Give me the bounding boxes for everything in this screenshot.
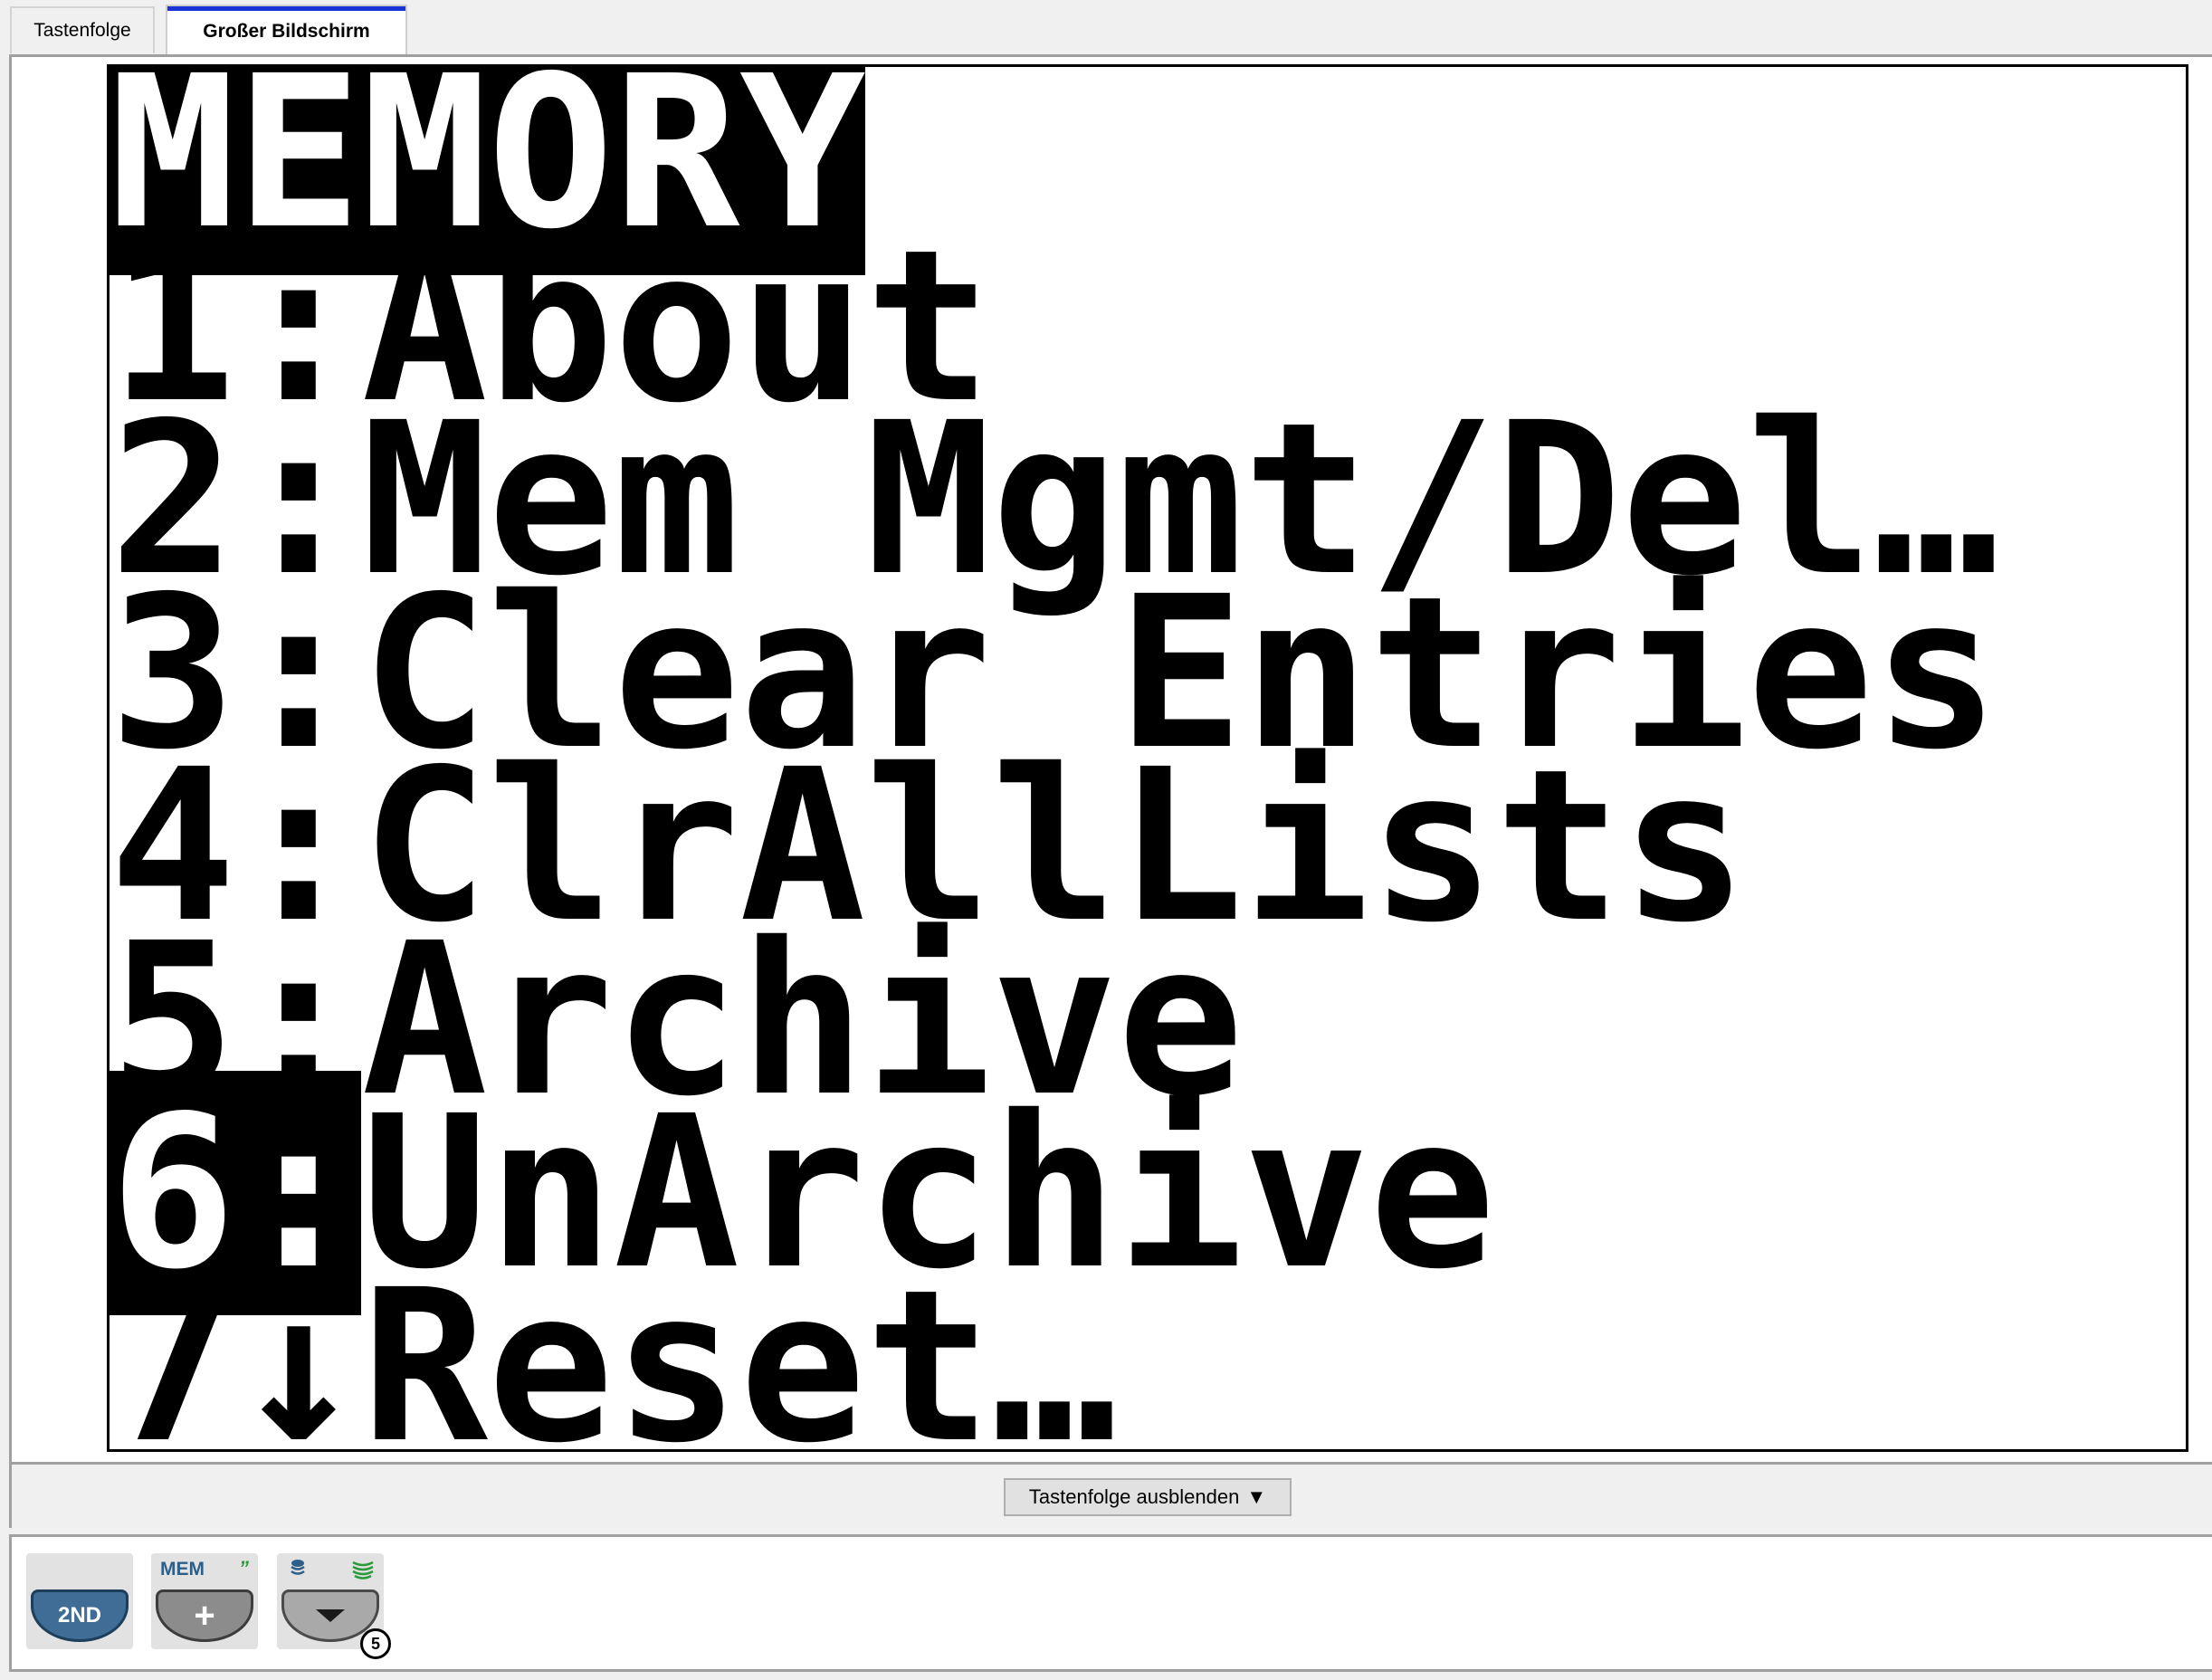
tab-tastenfolge[interactable]: Tastenfolge xyxy=(10,6,155,53)
mem-label: MEM xyxy=(160,1559,205,1580)
layers-icon xyxy=(352,1561,374,1580)
hide-keystrokes-label: Tastenfolge ausblenden xyxy=(1028,1485,1240,1508)
key-plus-button[interactable]: MEM ” + xyxy=(151,1553,258,1649)
stack-icon xyxy=(291,1560,305,1575)
tab-grosser-bildschirm[interactable]: Großer Bildschirm xyxy=(166,5,407,56)
plus-icon: + xyxy=(156,1589,253,1642)
calculator-screen: MEMORY 1:About 2:Mem Mgmt/Del… 3:Clear Entr… xyxy=(107,64,2188,1452)
key-2nd-button[interactable]: 2ND xyxy=(26,1553,133,1649)
tab-bar: Tastenfolge Großer Bildschirm xyxy=(0,0,2212,56)
quote-label: ” xyxy=(239,1557,249,1580)
menu-item-reset: 7↓Reset… xyxy=(110,1244,1118,1452)
calculator-menu: MEMORY 1:About 2:Mem Mgmt/Del… 3:Clear Entr… xyxy=(110,67,1999,1452)
hide-keystrokes-button[interactable]: Tastenfolge ausblenden ▼ xyxy=(1004,1478,1292,1516)
repeat-count-badge: 5 xyxy=(360,1628,391,1659)
dropdown-arrow-icon: ▼ xyxy=(1246,1485,1267,1508)
key-2nd-cap: 2ND xyxy=(31,1589,129,1642)
